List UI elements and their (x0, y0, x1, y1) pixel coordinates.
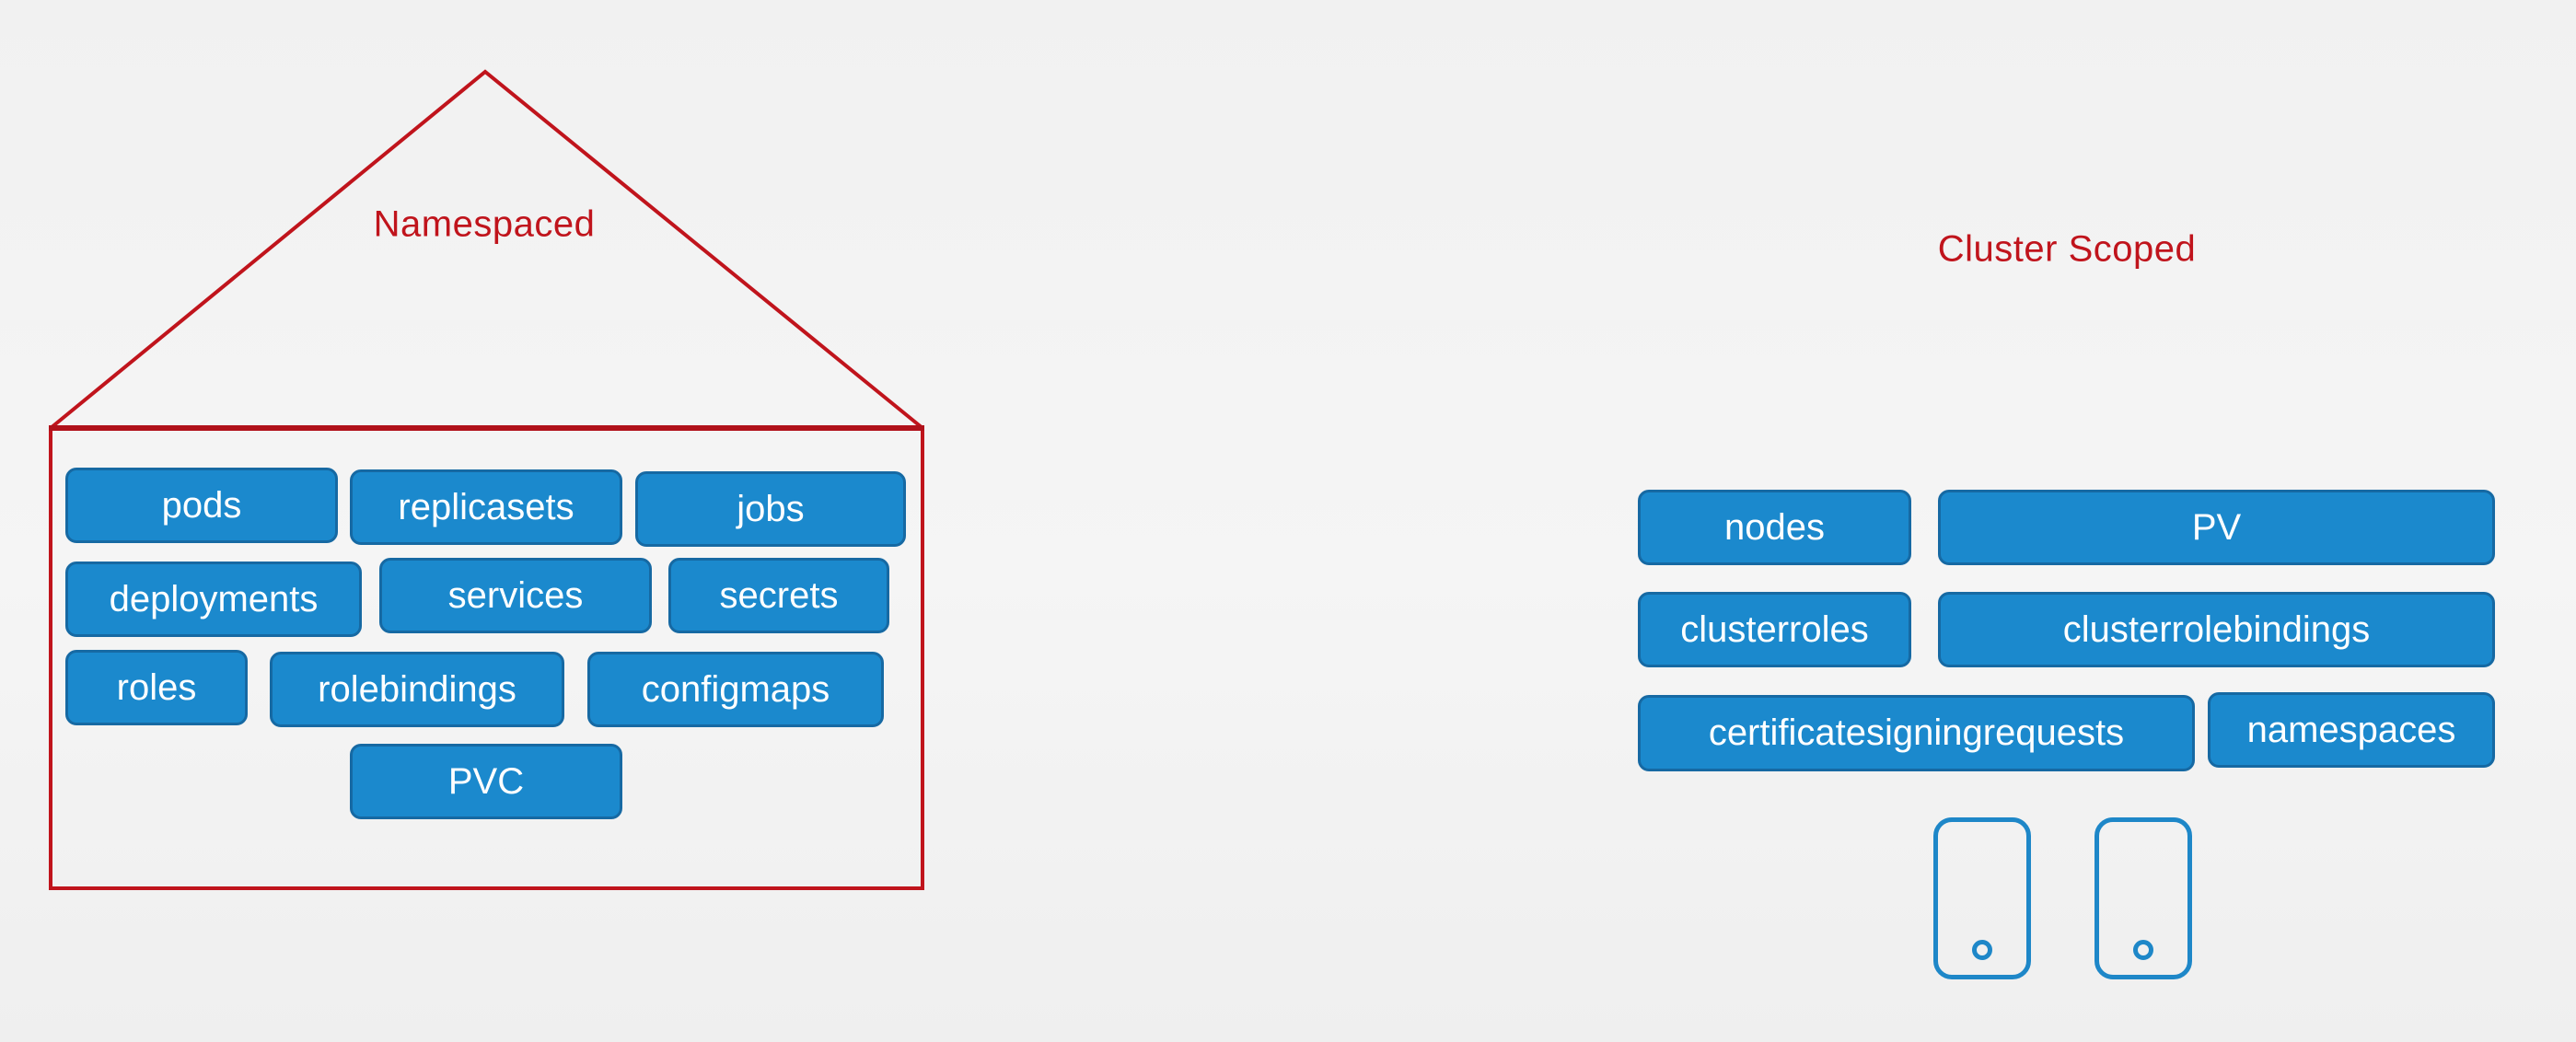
resource-pods[interactable]: pods (65, 468, 338, 543)
resource-certificatesigningrequests[interactable]: certificatesigningrequests (1638, 695, 2195, 771)
resource-rolebindings[interactable]: rolebindings (270, 652, 564, 727)
resource-clusterroles[interactable]: clusterroles (1638, 592, 1911, 667)
resource-pv[interactable]: PV (1938, 490, 2495, 565)
resource-configmaps[interactable]: configmaps (587, 652, 884, 727)
resource-pvc[interactable]: PVC (350, 744, 622, 819)
resource-nodes[interactable]: nodes (1638, 490, 1911, 565)
device-button-icon (2133, 940, 2153, 960)
diagram-canvas: Namespaced pods replicasets jobs deploym… (0, 0, 2576, 1042)
resource-services[interactable]: services (379, 558, 652, 633)
resource-roles[interactable]: roles (65, 650, 248, 725)
device-button-icon (1972, 940, 1992, 960)
house-roof (49, 69, 924, 430)
resource-secrets[interactable]: secrets (668, 558, 889, 633)
resource-clusterrolebindings[interactable]: clusterrolebindings (1938, 592, 2495, 667)
node-device-icon (1933, 817, 2031, 979)
resource-jobs[interactable]: jobs (635, 471, 906, 547)
cluster-scoped-title: Cluster Scoped (1937, 228, 2197, 270)
namespaced-title: Namespaced (373, 203, 596, 245)
resource-replicasets[interactable]: replicasets (350, 469, 622, 545)
resource-deployments[interactable]: deployments (65, 562, 362, 637)
node-device-icon (2094, 817, 2192, 979)
resource-namespaces[interactable]: namespaces (2208, 692, 2495, 768)
